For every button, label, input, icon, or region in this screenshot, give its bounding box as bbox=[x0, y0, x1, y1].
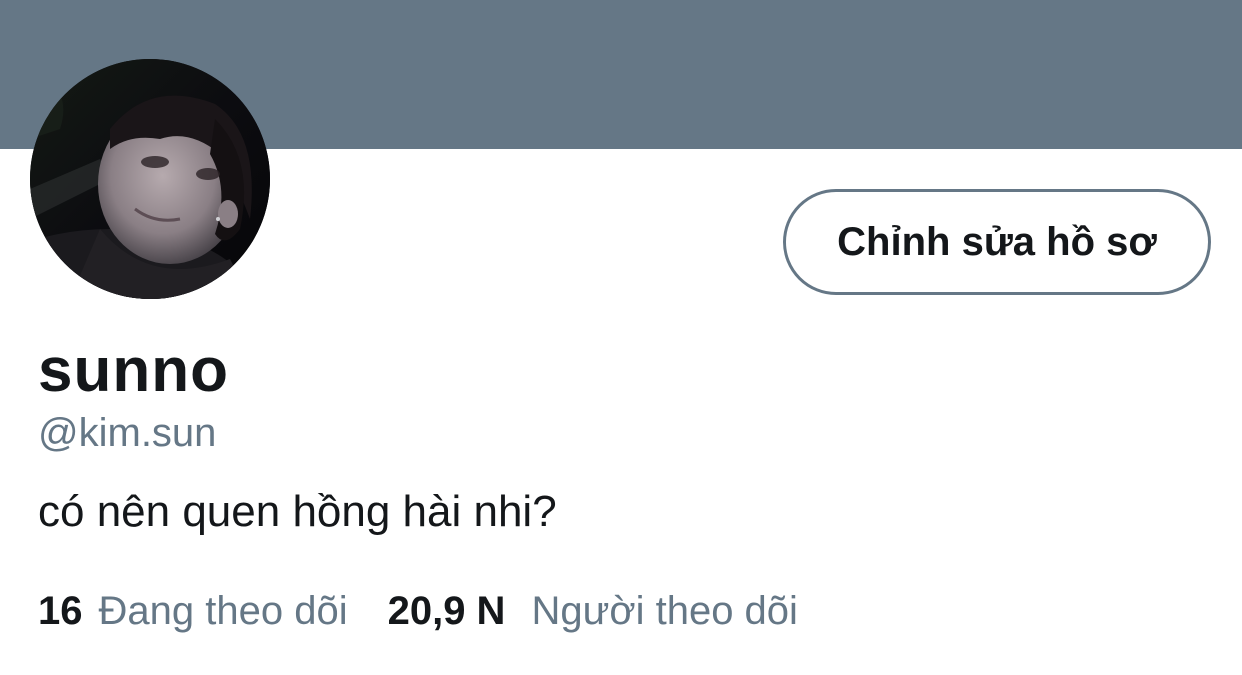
profile-stats: 16 Đang theo dõi 20,9 N Người theo dõi bbox=[38, 587, 798, 635]
following-stat[interactable]: 16 Đang theo dõi bbox=[38, 587, 348, 635]
followers-stat[interactable]: 20,9 N Người theo dõi bbox=[388, 587, 798, 635]
avatar-photo bbox=[30, 59, 270, 299]
profile-avatar[interactable] bbox=[30, 59, 270, 299]
profile-bio: có nên quen hồng hài nhi? bbox=[38, 487, 557, 536]
following-count: 16 bbox=[38, 589, 83, 633]
followers-label: Người theo dõi bbox=[531, 589, 798, 633]
edit-profile-button[interactable]: Chỉnh sửa hồ sơ bbox=[783, 189, 1211, 295]
user-handle: @kim.sun bbox=[38, 411, 217, 455]
followers-count: 20,9 N bbox=[387, 589, 506, 633]
following-label: Đang theo dõi bbox=[98, 589, 348, 633]
profile-header: Chỉnh sửa hồ sơ sunno @kim.sun có nên qu… bbox=[0, 0, 1242, 675]
display-name: sunno bbox=[38, 336, 229, 405]
